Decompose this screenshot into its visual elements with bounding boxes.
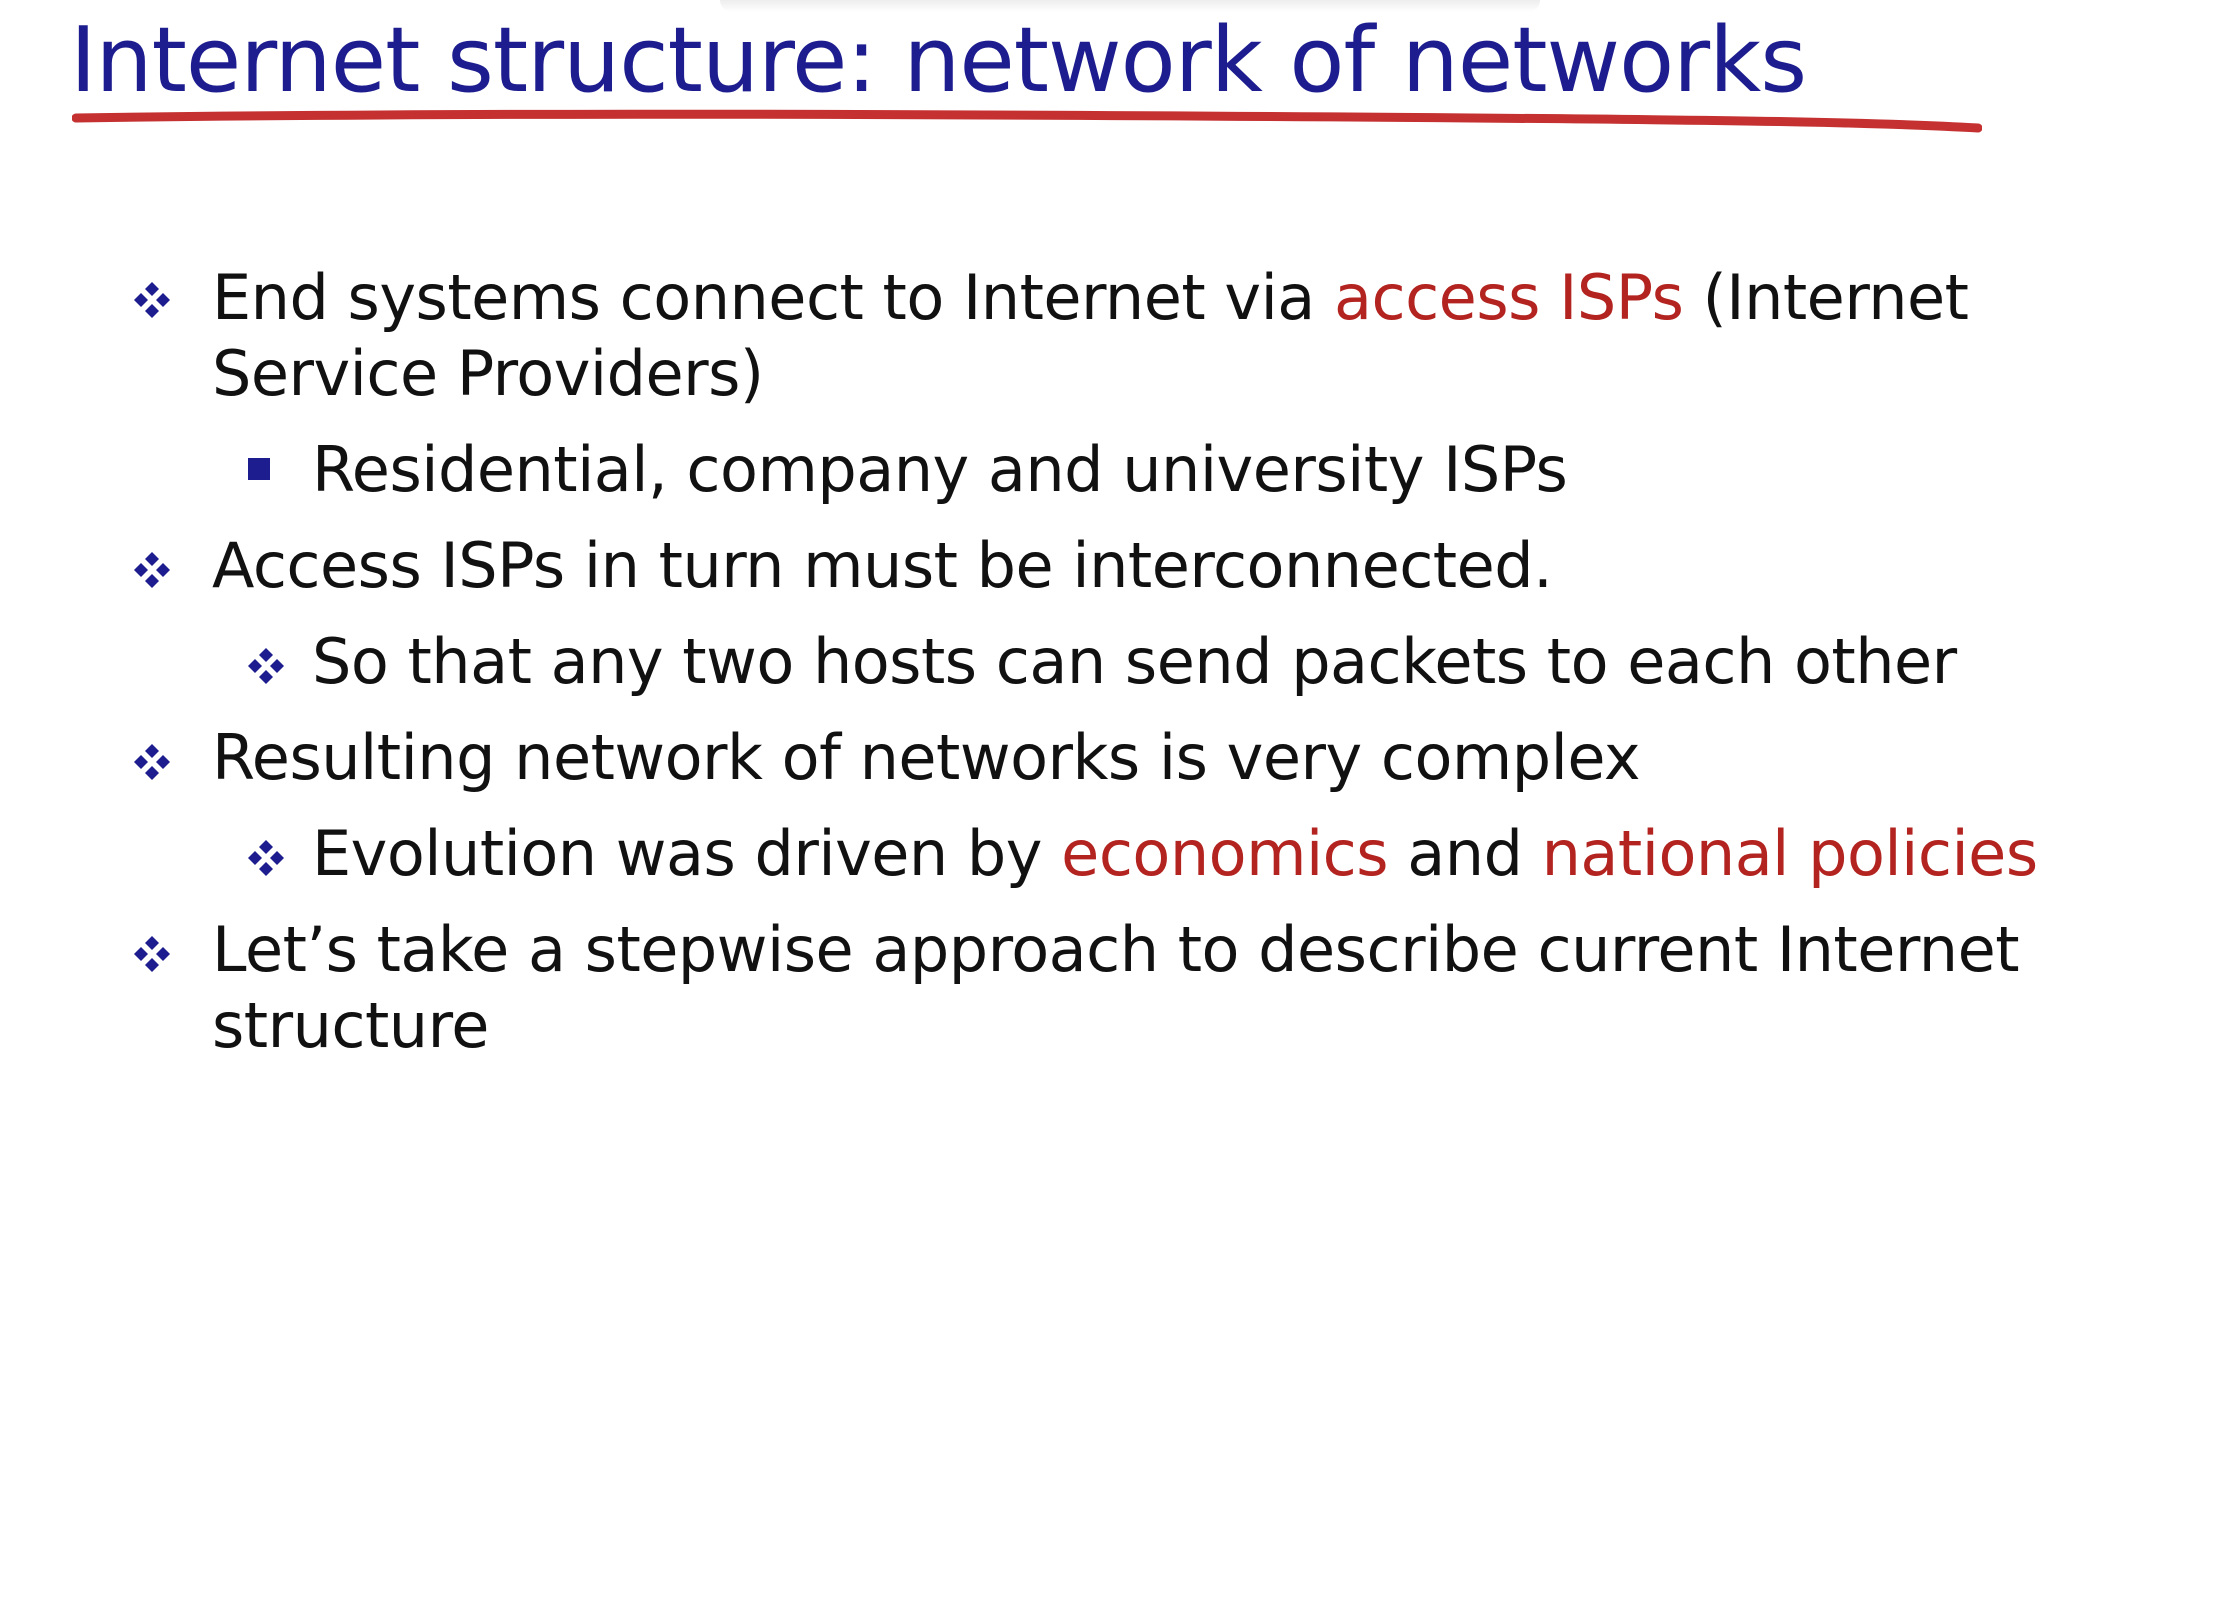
bullet-text: Resulting network of networks is very co… [212,721,1641,794]
bullet-text: Evolution was driven by [312,817,1062,890]
bullet-list: End systems connect to Internet via acce… [0,0,2222,1620]
bullet-very-complex: Resulting network of networks is very co… [212,720,2112,796]
bullet-text: End systems connect to Internet via [212,261,1335,334]
bullet-text-and: and [1388,817,1542,890]
slide: Internet structure: network of networks … [0,0,2222,1620]
four-diamond-icon [134,744,170,780]
four-diamond-icon [134,936,170,972]
subbullet-evolution: Evolution was driven by economics and na… [312,816,2132,892]
square-bullet-icon [248,458,270,480]
bullet-access-isps: End systems connect to Internet via acce… [212,260,2112,412]
bullet-stepwise-approach: Let’s take a stepwise approach to descri… [212,912,2112,1064]
four-diamond-icon [134,282,170,318]
bullet-interconnected: Access ISPs in turn must be interconnect… [212,528,2112,604]
bullet-text: Access ISPs in turn must be interconnect… [212,529,1553,602]
bullet-text: Residential, company and university ISPs [312,433,1568,506]
four-diamond-icon [134,552,170,588]
highlight-access-isps: access ISPs [1334,261,1684,334]
subbullet-any-two-hosts: So that any two hosts can send packets t… [312,624,2132,700]
four-diamond-icon [248,648,284,684]
subbullet-residential-isps: Residential, company and university ISPs [312,432,2132,508]
bullet-text: So that any two hosts can send packets t… [312,625,1957,698]
highlight-national-policies: national policies [1541,817,2038,890]
bullet-text: Let’s take a stepwise approach to descri… [212,913,2020,1062]
highlight-economics: economics [1061,817,1389,890]
four-diamond-icon [248,840,284,876]
